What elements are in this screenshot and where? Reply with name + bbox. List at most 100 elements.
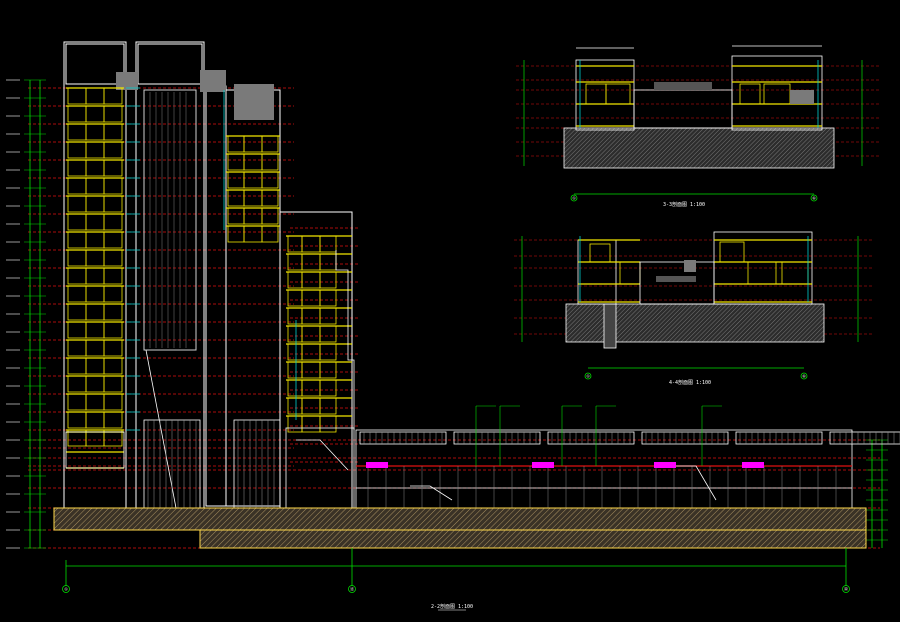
unit-room bbox=[243, 225, 263, 243]
room bbox=[781, 261, 809, 285]
stair-diagonal bbox=[145, 349, 177, 509]
podium-block bbox=[233, 419, 281, 509]
unit-room bbox=[67, 249, 87, 267]
unit-room bbox=[319, 253, 337, 271]
unit-room bbox=[103, 87, 123, 105]
unit-room bbox=[85, 321, 105, 339]
room bbox=[747, 261, 777, 285]
grid-label: ① bbox=[586, 374, 590, 379]
unit-room bbox=[301, 415, 321, 433]
unit-room bbox=[103, 357, 123, 375]
atrium bbox=[633, 89, 733, 129]
unit-room bbox=[67, 123, 87, 141]
main-left-elevation-dims bbox=[6, 79, 46, 549]
unit-room bbox=[287, 361, 303, 379]
unit-room bbox=[103, 213, 123, 231]
left-block bbox=[575, 59, 635, 131]
escalator bbox=[296, 439, 349, 471]
unit-room bbox=[243, 171, 263, 189]
unit-room bbox=[301, 343, 321, 361]
tower-roof-machine-block-2 bbox=[200, 70, 226, 92]
roof-unit bbox=[829, 431, 900, 445]
roof-unit bbox=[641, 431, 729, 445]
unit-room bbox=[103, 411, 123, 429]
unit-room bbox=[261, 153, 279, 171]
unit-room bbox=[103, 195, 123, 213]
unit-room bbox=[319, 379, 337, 397]
unit-room bbox=[227, 153, 245, 171]
unit-room bbox=[287, 235, 303, 253]
unit-room bbox=[301, 325, 321, 343]
grid-label: ① bbox=[64, 587, 68, 592]
unit-room bbox=[103, 267, 123, 285]
basement-slab-upper bbox=[53, 507, 867, 531]
unit-room bbox=[67, 231, 87, 249]
roof-unit bbox=[359, 431, 447, 445]
unit-room bbox=[287, 325, 303, 343]
unit-room bbox=[85, 357, 105, 375]
unit-room bbox=[85, 375, 105, 393]
podium-rooms bbox=[65, 431, 125, 469]
lift-block bbox=[684, 260, 696, 272]
unit-room bbox=[85, 249, 105, 267]
unit-room bbox=[103, 249, 123, 267]
unit-room bbox=[67, 375, 87, 393]
unit-room bbox=[261, 189, 279, 207]
unit-room bbox=[67, 357, 87, 375]
unit-room bbox=[243, 153, 263, 171]
cad-section-drawing: ① ⑬ ㉒ 2-2剖面图 1:100 ① ⑥ 3-3剖面图 1:100 ① ⑥ … bbox=[0, 0, 900, 622]
section-a-title: 3-3剖面图 1:100 bbox=[663, 201, 705, 208]
unit-room bbox=[301, 307, 321, 325]
section-b-view: ① ⑥ 4-4剖面图 1:100 bbox=[514, 231, 872, 386]
room bbox=[585, 83, 607, 105]
retail-podium bbox=[355, 429, 853, 509]
unit-room bbox=[301, 271, 321, 289]
unit-room bbox=[243, 135, 263, 153]
unit-room bbox=[261, 225, 279, 243]
room bbox=[719, 241, 745, 263]
unit-room bbox=[261, 207, 279, 225]
grid-label: ㉒ bbox=[844, 586, 848, 592]
unit-room bbox=[243, 207, 263, 225]
unit-room bbox=[85, 177, 105, 195]
unit-room bbox=[67, 159, 87, 177]
unit-room bbox=[85, 411, 105, 429]
skylight bbox=[654, 82, 712, 90]
unit-room bbox=[319, 415, 337, 433]
unit-room bbox=[319, 325, 337, 343]
unit-room bbox=[301, 289, 321, 307]
unit-room bbox=[85, 285, 105, 303]
unit-room bbox=[103, 339, 123, 357]
unit-room bbox=[319, 397, 337, 415]
unit-room bbox=[301, 361, 321, 379]
unit-room bbox=[85, 339, 105, 357]
unit-room bbox=[67, 303, 87, 321]
unit-room bbox=[103, 393, 123, 411]
unit-room bbox=[85, 303, 105, 321]
unit-room bbox=[85, 123, 105, 141]
mech-block bbox=[790, 90, 814, 104]
grid-label: ⑬ bbox=[350, 586, 354, 592]
tower-a-floor-stack bbox=[65, 87, 140, 469]
main-right-elevation-dims bbox=[866, 439, 888, 548]
unit-room bbox=[67, 87, 87, 105]
unit-room bbox=[67, 411, 87, 429]
unit-room bbox=[287, 415, 303, 433]
unit-room bbox=[103, 123, 123, 141]
unit-room bbox=[85, 87, 105, 105]
retail-tag bbox=[366, 462, 388, 468]
bridge bbox=[656, 276, 696, 282]
room bbox=[763, 83, 791, 105]
unit-room bbox=[227, 171, 245, 189]
roof-unit bbox=[453, 431, 541, 445]
unit-room bbox=[103, 141, 123, 159]
tower-structure bbox=[63, 41, 360, 509]
unit-room bbox=[287, 307, 303, 325]
unit-room bbox=[85, 231, 105, 249]
unit-room bbox=[103, 303, 123, 321]
basement-slab-lower bbox=[199, 529, 867, 549]
right-block bbox=[713, 231, 813, 305]
roof-unit bbox=[735, 431, 823, 445]
unit-room bbox=[261, 171, 279, 189]
unit-room bbox=[85, 159, 105, 177]
